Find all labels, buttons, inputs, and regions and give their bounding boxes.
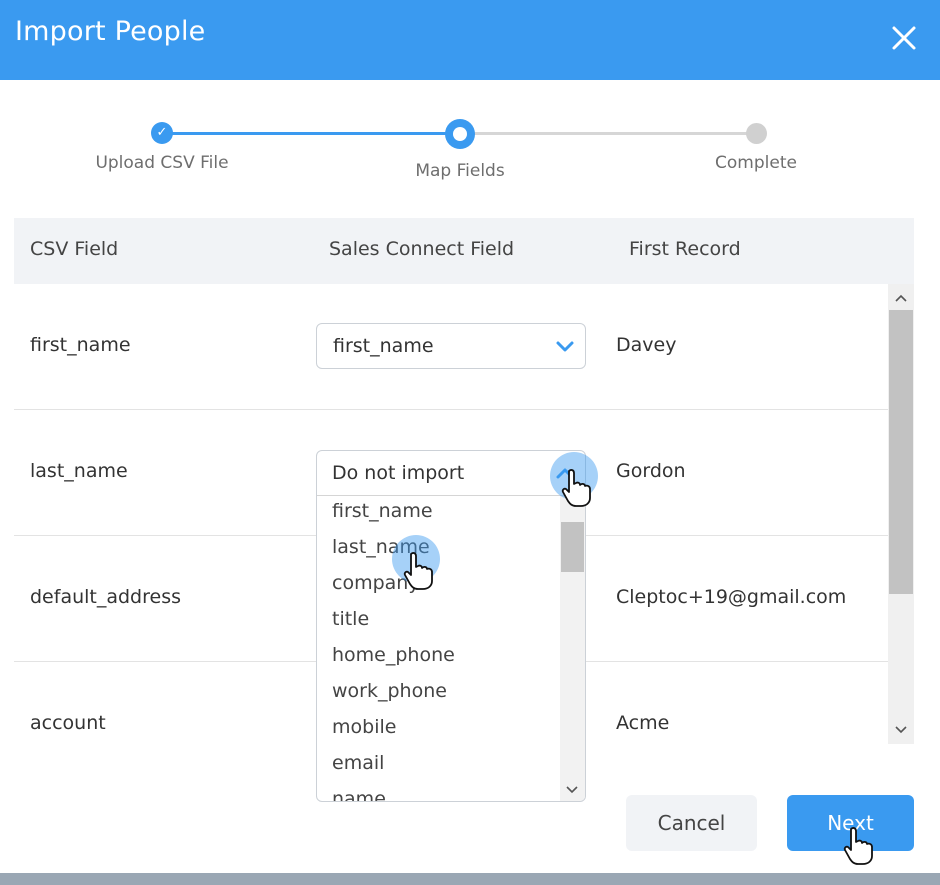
- dialog-header: Import People: [0, 0, 940, 80]
- dropdown-options-list: first_name last_name company title home_…: [317, 496, 560, 801]
- footer-bar: [0, 873, 940, 885]
- select-value: first_name: [333, 335, 434, 357]
- dialog-title: Import People: [15, 16, 206, 47]
- dropdown-option[interactable]: home_phone: [332, 644, 455, 666]
- column-header-first-record: First Record: [629, 238, 741, 260]
- progress-stepper: ✓ Upload CSV File Map Fields Complete: [0, 110, 940, 190]
- dropdown-option[interactable]: email: [332, 752, 384, 774]
- step-connector-pending: [460, 132, 756, 135]
- dropdown-option[interactable]: title: [332, 608, 369, 630]
- dropdown-option[interactable]: work_phone: [332, 680, 447, 702]
- step-marker-1: 1: [574, 493, 581, 504]
- step-label-complete: Complete: [715, 153, 797, 173]
- step-marker-3: 3: [858, 845, 865, 856]
- step-pending-dot-icon: [746, 123, 767, 144]
- dropdown-scrollbar[interactable]: [560, 496, 585, 801]
- close-button[interactable]: [884, 18, 924, 58]
- column-header-csv-field: CSV Field: [30, 238, 119, 260]
- close-icon: [892, 26, 916, 50]
- step-label-map-fields: Map Fields: [415, 161, 505, 181]
- table-row: first_name first_name Davey: [14, 284, 888, 410]
- dropdown-selected[interactable]: Do not import: [317, 451, 585, 496]
- first-record-cell: Davey: [616, 334, 677, 356]
- csv-field-cell: default_address: [30, 586, 181, 608]
- step-current-dot-icon: [445, 119, 475, 149]
- mapping-table-header: CSV Field Sales Connect Field First Reco…: [14, 218, 914, 284]
- step-done-check-icon: ✓: [151, 122, 173, 144]
- dropdown-option[interactable]: first_name: [332, 500, 433, 522]
- table-scrollbar[interactable]: [888, 284, 914, 744]
- field-mapping-select[interactable]: first_name: [316, 323, 586, 369]
- dropdown-selected-value: Do not import: [332, 462, 465, 484]
- csv-field-cell: first_name: [30, 334, 131, 356]
- table-scrollbar-thumb[interactable]: [889, 310, 913, 594]
- csv-field-cell: account: [30, 712, 106, 734]
- dropdown-option[interactable]: name: [332, 788, 386, 801]
- field-mapping-dropdown-open[interactable]: Do not import first_name last_name compa…: [316, 450, 586, 802]
- first-record-cell: Gordon: [616, 460, 686, 482]
- cancel-button[interactable]: Cancel: [626, 795, 757, 851]
- step-marker-2: 2: [418, 571, 425, 582]
- scroll-down-arrow-icon[interactable]: [566, 785, 578, 795]
- step-label-upload: Upload CSV File: [95, 153, 229, 173]
- dropdown-scrollbar-thumb[interactable]: [561, 522, 584, 572]
- column-header-sales-connect-field: Sales Connect Field: [329, 238, 515, 260]
- dropdown-option[interactable]: mobile: [332, 716, 396, 738]
- first-record-cell: Cleptoc+19@gmail.com: [616, 586, 847, 608]
- step-connector-complete: [162, 132, 460, 135]
- chevron-down-icon: [556, 341, 574, 352]
- csv-field-cell: last_name: [30, 460, 128, 482]
- scroll-up-arrow-icon[interactable]: [895, 293, 907, 303]
- first-record-cell: Acme: [616, 712, 670, 734]
- scroll-down-arrow-icon[interactable]: [895, 725, 907, 735]
